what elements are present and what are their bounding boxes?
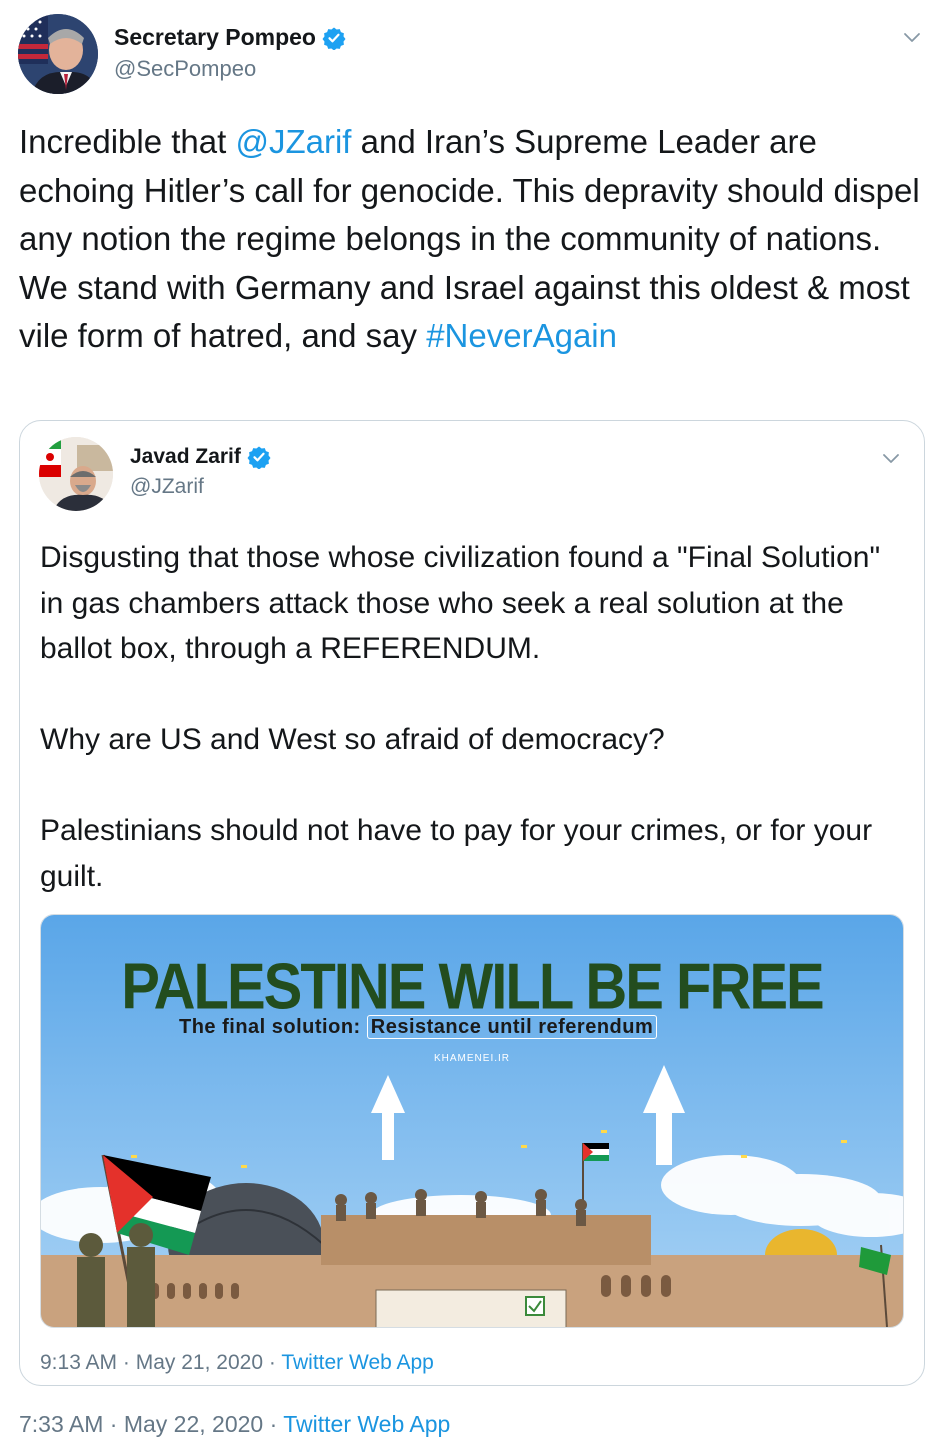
quoted-author-avatar-image (39, 437, 113, 511)
poster-subline-lead: The final solution: (179, 1016, 361, 1038)
author-avatar-image (18, 14, 98, 94)
quoted-author-handle[interactable]: @JZarif (130, 475, 204, 499)
quoted-tweet-time[interactable]: 9:13 AM (40, 1351, 117, 1374)
tweet-meta: 7:33 AM · May 22, 2020 · Twitter Web App (19, 1411, 450, 1438)
tweet-date[interactable]: May 22, 2020 (124, 1411, 263, 1437)
author-handle[interactable]: @SecPompeo (114, 56, 256, 82)
tweet-text: Incredible that @JZarif and Iran’s Supre… (19, 118, 924, 361)
poster-brand: KHAMENEI.IR (433, 1053, 510, 1064)
meta-separator: · (269, 1411, 278, 1437)
quoted-author-avatar[interactable] (39, 437, 113, 511)
quoted-tweet-text: Disgusting that those whose civilization… (40, 541, 881, 893)
poster-subline-boxed: Resistance until referendum (366, 1015, 658, 1039)
quoted-tweet-meta: 9:13 AM · May 21, 2020 · Twitter Web App (40, 1351, 434, 1375)
verified-badge-icon (322, 27, 346, 50)
mention-link[interactable]: @JZarif (235, 123, 351, 160)
quoted-author-name-label[interactable]: Javad Zarif (130, 445, 241, 469)
tweet-source[interactable]: Twitter Web App (283, 1411, 450, 1437)
quoted-tweet-image[interactable]: PALESTINE WILL BE FREE The final solutio… (40, 914, 904, 1328)
author-avatar[interactable] (18, 14, 98, 94)
chevron-down-icon[interactable] (901, 26, 923, 48)
poster-headline: PALESTINE WILL BE FREE (121, 950, 824, 1023)
poster-subline: The final solution: Resistance until ref… (179, 1015, 658, 1039)
quoted-tweet-card[interactable]: Javad Zarif @JZarif Disgusting that thos… (19, 420, 925, 1386)
author-name[interactable]: Secretary Pompeo (114, 24, 346, 51)
hashtag-link[interactable]: #NeverAgain (426, 317, 617, 354)
meta-separator: · (122, 1351, 130, 1374)
author-name-label[interactable]: Secretary Pompeo (114, 24, 316, 51)
quoted-tweet-source[interactable]: Twitter Web App (281, 1351, 434, 1374)
verified-badge-icon (247, 446, 271, 469)
chevron-down-icon[interactable] (880, 447, 902, 469)
quoted-author-name[interactable]: Javad Zarif (130, 445, 271, 469)
tweet-text-segment: Incredible that (19, 123, 236, 160)
meta-separator: · (109, 1411, 118, 1437)
quoted-tweet-date[interactable]: May 21, 2020 (136, 1351, 263, 1374)
meta-separator: · (268, 1351, 276, 1374)
tweet-time[interactable]: 7:33 AM (19, 1411, 103, 1437)
